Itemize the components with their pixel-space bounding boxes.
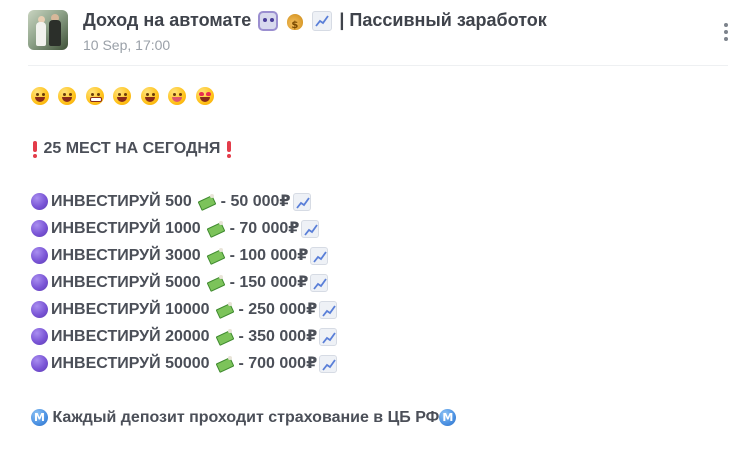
offer-amount: ИНВЕСТИРУЙ 500 [51, 193, 192, 210]
offer-line: ИНВЕСТИРУЙ 5000 - 150 000₽ [31, 273, 329, 293]
offer-amount: ИНВЕСТИРУЙ 5000 [51, 274, 201, 291]
purple-circle-icon [31, 193, 48, 211]
heart-eyes-face-icon [195, 86, 214, 105]
offer-result: - 70 000₽ [229, 220, 300, 237]
money-with-wings-icon [207, 220, 225, 236]
metro-icon: M [439, 409, 457, 427]
offer-line: ИНВЕСТИРУЙ 3000 - 100 000₽ [31, 246, 329, 266]
chart-increasing-icon [310, 246, 329, 265]
money-with-wings-icon [216, 328, 234, 344]
purple-circle-icon [31, 220, 48, 238]
purple-circle-icon [31, 355, 48, 373]
headline: 25 МЕСТ НА СЕГОДНЯ [31, 139, 233, 159]
purple-circle-icon [31, 274, 48, 292]
yum-face-icon [168, 86, 187, 105]
offer-amount: ИНВЕСТИРУЙ 10000 [51, 301, 210, 318]
offer-line: ИНВЕСТИРУЙ 500 - 50 000₽ [31, 192, 311, 212]
offer-result: - 50 000₽ [220, 193, 291, 210]
purple-circle-icon [31, 328, 48, 346]
avatar-figure-body [49, 20, 61, 46]
money-with-wings-icon [207, 247, 225, 263]
chart-increasing-icon [319, 327, 338, 346]
insurance-note-text: Каждый депозит проходит страхование в ЦБ… [52, 409, 440, 426]
offer-amount: ИНВЕСТИРУЙ 3000 [51, 247, 201, 264]
offer-line: ИНВЕСТИРУЙ 50000 - 700 000₽ [31, 354, 338, 374]
purple-circle-icon [31, 247, 48, 265]
emoji-row [31, 86, 219, 106]
money-with-wings-icon [216, 301, 234, 317]
chart-increasing-icon [292, 192, 311, 211]
channel-avatar[interactable] [28, 10, 68, 50]
channel-title[interactable]: Доход на автомате | Пассивный заработок [83, 9, 547, 37]
offer-amount: ИНВЕСТИРУЙ 1000 [51, 220, 201, 237]
more-dot-icon [724, 23, 728, 27]
offer-result: - 700 000₽ [238, 355, 318, 372]
more-dot-icon [724, 30, 728, 34]
post-date: 10 Sep, 17:00 [83, 37, 171, 53]
smiling-face-icon [58, 86, 77, 105]
purple-circle-icon [31, 301, 48, 319]
offer-result: - 100 000₽ [229, 247, 309, 264]
offer-amount: ИНВЕСТИРУЙ 50000 [51, 355, 210, 372]
channel-title-text: Доход на автомате [83, 10, 252, 30]
offer-result: - 150 000₽ [229, 274, 309, 291]
offer-line: ИНВЕСТИРУЙ 20000 - 350 000₽ [31, 327, 338, 347]
grinning-face-icon [31, 86, 49, 105]
exclamation-icon [225, 140, 233, 158]
chart-increasing-icon [301, 219, 320, 238]
channel-title-suffix: | Пассивный заработок [339, 10, 547, 30]
chart-increasing-icon [319, 300, 338, 319]
money-with-wings-icon [198, 193, 216, 209]
more-dot-icon [724, 37, 728, 41]
robot-icon [258, 11, 279, 32]
offer-amount: ИНВЕСТИРУЙ 20000 [51, 328, 210, 345]
more-options-button[interactable] [716, 20, 736, 44]
post-header: Доход на автомате | Пассивный заработок … [0, 0, 753, 66]
chart-increasing-icon [319, 354, 338, 373]
header-divider [28, 65, 728, 66]
metro-icon: M [31, 409, 48, 427]
offer-line: ИНВЕСТИРУЙ 10000 - 250 000₽ [31, 300, 338, 320]
exclamation-icon [31, 140, 39, 158]
money-with-wings-icon [207, 274, 225, 290]
chart-increasing-icon [312, 11, 333, 32]
star-struck-face-icon [113, 86, 132, 105]
offer-result: - 250 000₽ [238, 301, 318, 318]
offer-result: - 350 000₽ [238, 328, 318, 345]
chart-increasing-icon [310, 273, 329, 292]
offer-line: ИНВЕСТИРУЙ 1000 - 70 000₽ [31, 219, 320, 239]
money-with-wings-icon [216, 355, 234, 371]
insurance-note: M Каждый депозит проходит страхование в … [31, 408, 457, 428]
laughing-face-icon [140, 86, 159, 105]
money-bag-icon [287, 14, 304, 37]
headline-text: 25 МЕСТ НА СЕГОДНЯ [43, 140, 221, 157]
grimacing-face-icon [85, 86, 104, 105]
avatar-figure-body [36, 22, 46, 46]
